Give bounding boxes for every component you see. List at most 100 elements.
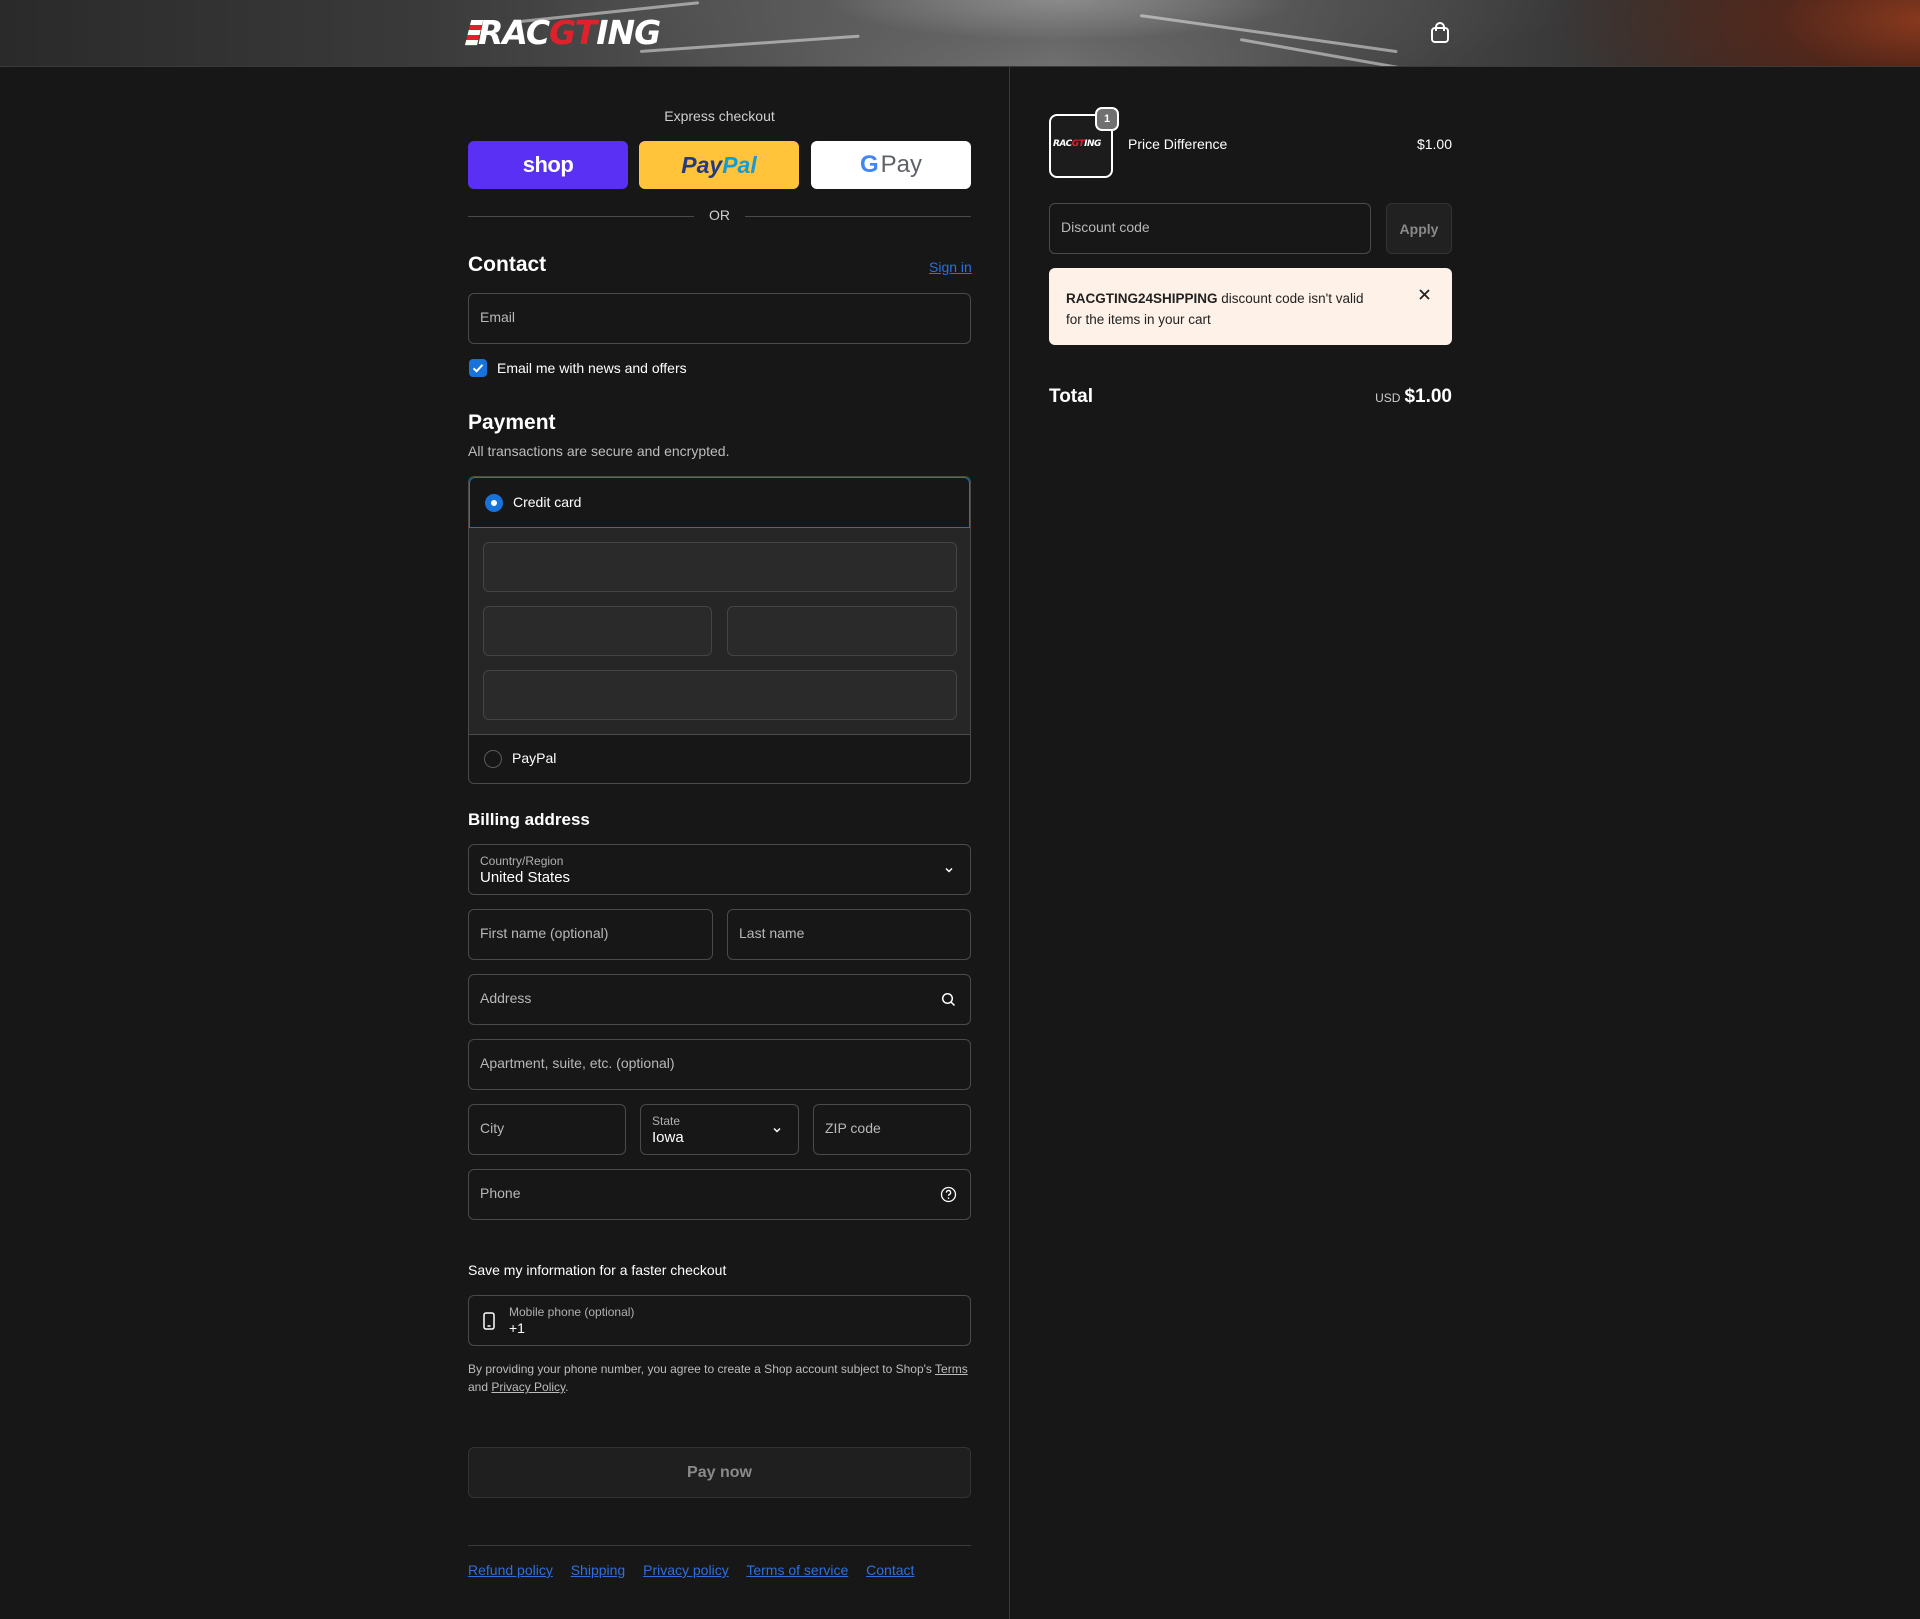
- address-placeholder: Address: [480, 990, 532, 1006]
- header-light-streak: [1139, 14, 1398, 54]
- card-name-field[interactable]: [483, 670, 957, 720]
- total-value: $1.00: [1404, 386, 1452, 407]
- contact-heading: Contact: [468, 253, 547, 276]
- state-label: State: [652, 1114, 681, 1128]
- quantity-value: 1: [1103, 113, 1111, 125]
- billing-heading: Billing address: [468, 810, 590, 829]
- payment-subtitle: All transactions are secure and encrypte…: [468, 443, 730, 459]
- address-input[interactable]: Address: [468, 974, 971, 1025]
- zip-placeholder: ZIP code: [825, 1120, 881, 1136]
- news-checkbox[interactable]: [469, 359, 487, 377]
- currency-code: USD: [1375, 391, 1401, 405]
- help-circle-icon[interactable]: [940, 1186, 957, 1203]
- phone-placeholder: Phone: [480, 1185, 521, 1201]
- card-number-field[interactable]: [483, 542, 957, 592]
- alert-message: RACGTING24SHIPPING discount code isn't v…: [1066, 288, 1396, 330]
- alert-text-2: for the items in your cart: [1066, 312, 1211, 327]
- radio-dot: [491, 500, 497, 506]
- save-info-heading: Save my information for a faster checkou…: [468, 1262, 727, 1278]
- column-divider: [1009, 67, 1010, 1619]
- alert-text: discount code isn't valid: [1221, 291, 1364, 306]
- payment-heading: Payment: [468, 411, 556, 434]
- close-icon[interactable]: [1418, 288, 1431, 301]
- search-icon: [941, 992, 956, 1007]
- discount-code-input[interactable]: Discount code: [1049, 203, 1371, 254]
- card-expiry-field[interactable]: [483, 606, 712, 656]
- credit-card-radio[interactable]: [485, 494, 503, 512]
- country-value: United States: [480, 869, 571, 886]
- phone-input[interactable]: Phone: [468, 1169, 971, 1220]
- total-amount: USD $1.00: [1300, 386, 1452, 408]
- chevron-down-icon: [945, 867, 953, 873]
- alert-code: RACGTING24SHIPPING: [1066, 291, 1218, 306]
- state-select[interactable]: State Iowa: [640, 1104, 799, 1155]
- logo-text: RACGTING: [478, 13, 661, 52]
- footer-divider: [468, 1545, 971, 1546]
- mobile-phone-input[interactable]: Mobile phone (optional) +1: [468, 1295, 971, 1346]
- terms-of-service-link[interactable]: Terms of service: [746, 1562, 848, 1578]
- card-fields-panel: [469, 528, 970, 735]
- paypal-express-button[interactable]: PayPal: [639, 141, 799, 189]
- paypal-option-label: PayPal: [512, 750, 557, 766]
- chevron-down-icon: [773, 1127, 781, 1133]
- apartment-input[interactable]: Apartment, suite, etc. (optional): [468, 1039, 971, 1090]
- mobile-phone-icon: [483, 1312, 495, 1330]
- or-label: OR: [709, 207, 730, 223]
- payment-methods-box: Credit card PayPal: [468, 476, 971, 784]
- last-name-input[interactable]: Last name: [727, 909, 971, 960]
- zip-input[interactable]: ZIP code: [813, 1104, 971, 1155]
- pay-now-button[interactable]: Pay now: [468, 1447, 971, 1498]
- card-cvv-field[interactable]: [727, 606, 957, 656]
- or-divider-right: [745, 216, 971, 217]
- mobile-phone-label: Mobile phone (optional): [509, 1305, 635, 1319]
- discount-placeholder: Discount code: [1061, 219, 1150, 235]
- checkmark-icon: [472, 364, 484, 373]
- shop-pay-logo: shop: [522, 152, 574, 177]
- refund-policy-link[interactable]: Refund policy: [468, 1562, 553, 1578]
- shop-disclaimer: By providing your phone number, you agre…: [468, 1360, 971, 1396]
- news-checkbox-label: Email me with news and offers: [497, 360, 687, 376]
- express-checkout-title: Express checkout: [664, 108, 775, 124]
- terms-link[interactable]: Terms: [935, 1362, 968, 1376]
- item-name: Price Difference: [1128, 136, 1228, 152]
- disclaimer-and: and: [468, 1380, 489, 1394]
- credit-card-label: Credit card: [513, 494, 582, 510]
- apply-label: Apply: [1399, 220, 1439, 237]
- country-select[interactable]: Country/Region United States: [468, 844, 971, 895]
- city-placeholder: City: [480, 1120, 505, 1136]
- header-light-streak: [639, 34, 860, 53]
- item-price: $1.00: [1416, 136, 1452, 152]
- last-name-placeholder: Last name: [739, 925, 805, 941]
- city-input[interactable]: City: [468, 1104, 626, 1155]
- footer-links: Refund policy Shipping Privacy policy Te…: [468, 1562, 928, 1578]
- thumbnail-logo: RACGTING: [1053, 139, 1101, 149]
- state-value: Iowa: [652, 1129, 684, 1146]
- email-input[interactable]: Email: [468, 293, 971, 344]
- header-banner: RACGTING: [0, 0, 1920, 67]
- privacy-policy-link[interactable]: Privacy policy: [643, 1562, 729, 1578]
- discount-error-alert: RACGTING24SHIPPING discount code isn't v…: [1049, 268, 1452, 345]
- shop-pay-button[interactable]: shop: [468, 141, 628, 189]
- or-divider-left: [468, 216, 694, 217]
- contact-link[interactable]: Contact: [866, 1562, 914, 1578]
- pay-now-label: Pay now: [687, 1463, 752, 1481]
- first-name-input[interactable]: First name (optional): [468, 909, 713, 960]
- google-pay-button[interactable]: G Pay: [811, 141, 971, 189]
- total-label: Total: [1049, 386, 1093, 407]
- sign-in-link[interactable]: Sign in: [929, 259, 972, 275]
- apartment-placeholder: Apartment, suite, etc. (optional): [480, 1055, 675, 1071]
- first-name-placeholder: First name (optional): [480, 925, 609, 941]
- shopping-bag-icon[interactable]: [1430, 22, 1450, 44]
- disclaimer-text: By providing your phone number, you agre…: [468, 1362, 932, 1376]
- paypal-logo: PayPal: [681, 151, 757, 178]
- quantity-badge: 1: [1095, 107, 1119, 131]
- shipping-link[interactable]: Shipping: [571, 1562, 626, 1578]
- disclaimer-end: .: [565, 1380, 569, 1394]
- privacy-link[interactable]: Privacy Policy: [491, 1380, 565, 1394]
- credit-card-option[interactable]: Credit card: [469, 477, 970, 528]
- store-logo[interactable]: RACGTING: [464, 13, 668, 52]
- country-label: Country/Region: [480, 854, 564, 868]
- paypal-radio[interactable]: [484, 750, 502, 768]
- paypal-option[interactable]: PayPal: [469, 735, 970, 783]
- apply-discount-button[interactable]: Apply: [1386, 203, 1452, 254]
